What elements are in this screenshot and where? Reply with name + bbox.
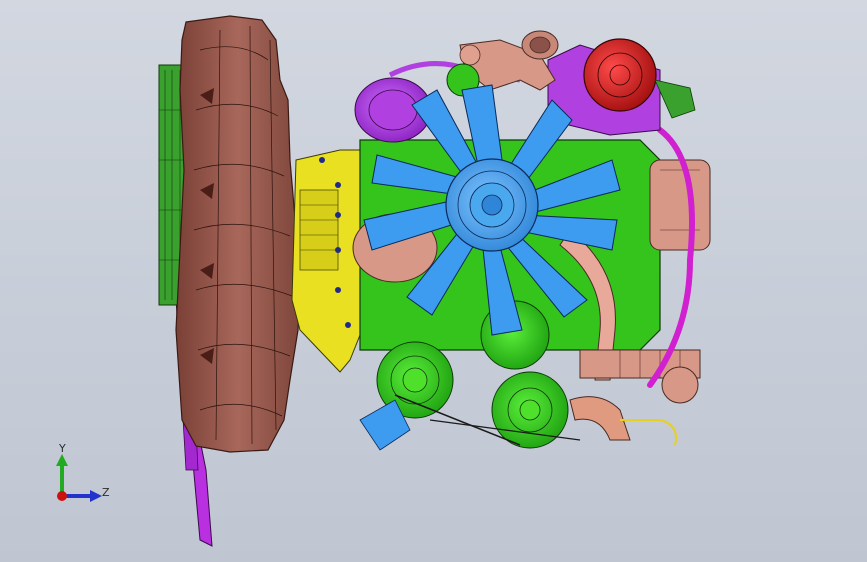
- y-axis-label: Y: [59, 442, 66, 455]
- yellow-wire: [620, 419, 677, 446]
- exhaust-elbow: [446, 30, 559, 97]
- front-bracket: [291, 149, 363, 373]
- engine-model-render[interactable]: [0, 0, 867, 562]
- z-axis-label: Z: [102, 486, 110, 499]
- bellhousing: [175, 15, 301, 453]
- cad-viewport[interactable]: Y Z: [0, 0, 867, 562]
